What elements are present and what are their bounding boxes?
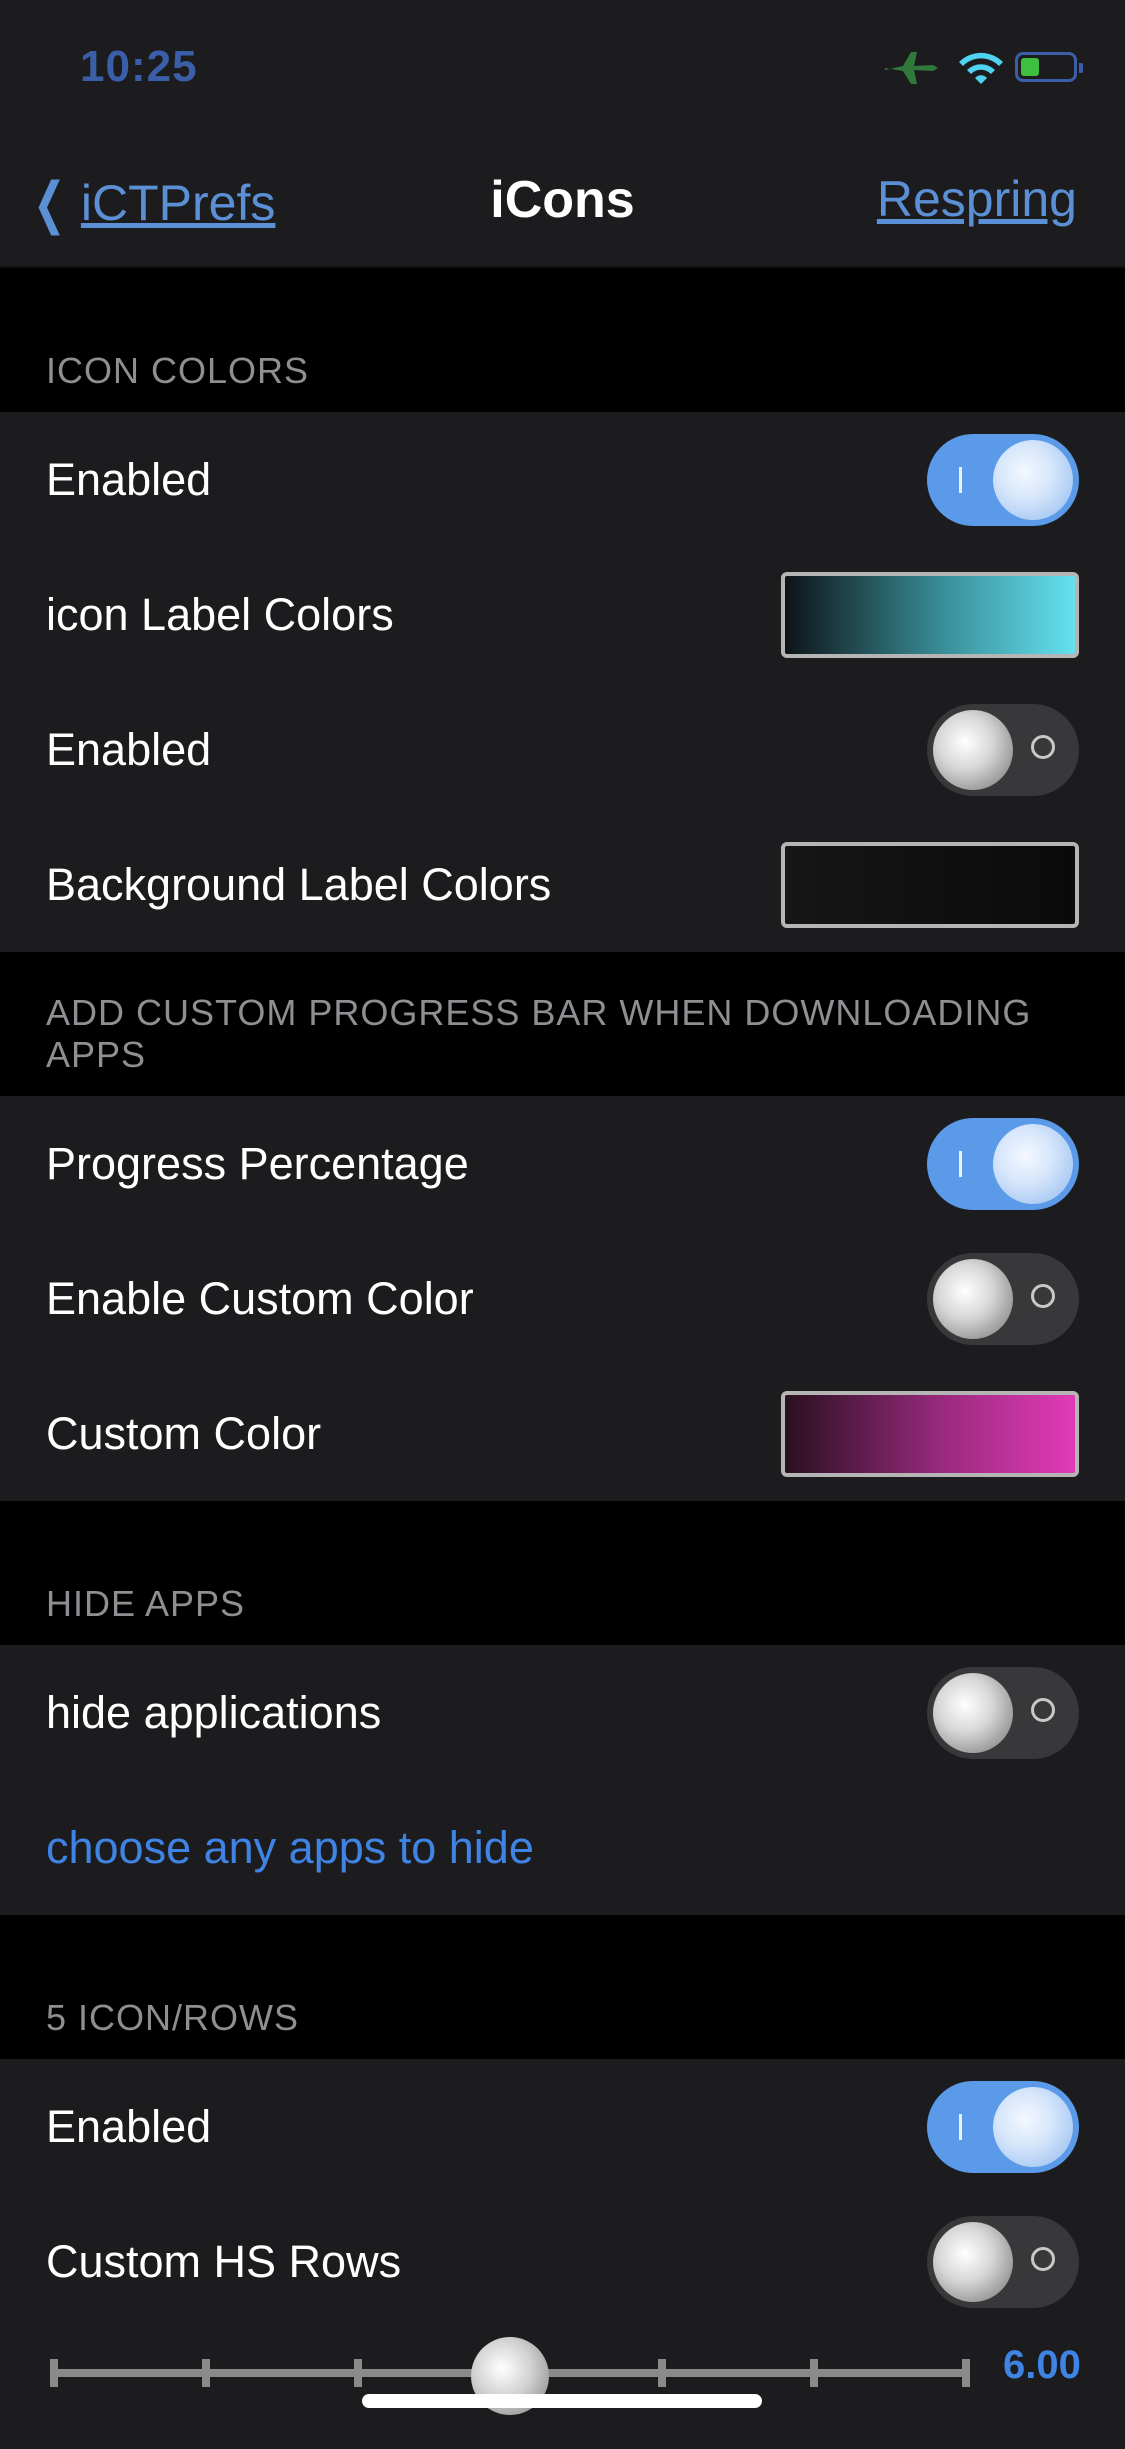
row-icon-rows-enabled: Enabled xyxy=(0,2059,1125,2194)
hide-applications-toggle[interactable] xyxy=(927,1666,1079,1759)
section-header-icon-rows: 5 ICON/ROWS xyxy=(0,1915,1125,2059)
airplane-icon xyxy=(885,52,938,84)
row-label: Enabled xyxy=(46,723,212,775)
background-label-color-swatch[interactable] xyxy=(781,841,1079,928)
wifi-icon xyxy=(959,52,1003,84)
choose-apps-link[interactable]: choose any apps to hide xyxy=(46,1822,534,1874)
settings-list: ICON COLORS Enabled icon Label Colors En… xyxy=(0,268,1125,2449)
icon-label-color-swatch[interactable] xyxy=(781,571,1079,658)
slider-tick xyxy=(354,2359,362,2387)
group-icon-colors: Enabled icon Label Colors Enabled Backgr… xyxy=(0,412,1125,952)
status-bar: 10:25 xyxy=(0,0,1125,140)
status-time: 10:25 xyxy=(80,42,198,91)
custom-hs-rows-toggle[interactable] xyxy=(927,2215,1079,2308)
battery-icon xyxy=(1015,52,1083,82)
home-indicator[interactable] xyxy=(362,2394,762,2408)
row-custom-color: Custom Color xyxy=(0,1366,1125,1501)
navigation-bar: ❮ iCTPrefs iCons Respring xyxy=(0,140,1125,268)
section-header-icon-colors: ICON COLORS xyxy=(0,268,1125,412)
section-header-progress-bar: ADD CUSTOM PROGRESS BAR WHEN DOWNLOADING… xyxy=(0,952,1125,1096)
progress-percentage-toggle[interactable] xyxy=(927,1117,1079,1210)
group-progress-bar: Progress Percentage Enable Custom Color … xyxy=(0,1096,1125,1501)
row-hide-applications: hide applications xyxy=(0,1645,1125,1780)
row-enable-custom-color: Enable Custom Color xyxy=(0,1231,1125,1366)
row-progress-percentage: Progress Percentage xyxy=(0,1096,1125,1231)
slider-tick xyxy=(962,2359,970,2387)
row-background-label-colors: Background Label Colors xyxy=(0,817,1125,952)
slider-tick xyxy=(202,2359,210,2387)
row-background-enabled: Enabled xyxy=(0,682,1125,817)
section-header-hide-apps: HIDE APPS xyxy=(0,1501,1125,1645)
row-label: Enable Custom Color xyxy=(46,1272,474,1324)
row-label: Enabled xyxy=(46,2100,212,2152)
icon-rows-enabled-toggle[interactable] xyxy=(927,2080,1079,2173)
row-label: Background Label Colors xyxy=(46,858,552,910)
row-label: Custom Color xyxy=(46,1407,322,1459)
row-label: Custom HS Rows xyxy=(46,2235,402,2287)
slider-tick xyxy=(658,2359,666,2387)
slider-value: 6.00 xyxy=(1003,2343,1081,2387)
row-label: hide applications xyxy=(46,1686,382,1738)
hs-rows-slider[interactable]: 6.00 xyxy=(0,2329,1125,2449)
row-custom-hs-rows: Custom HS Rows xyxy=(0,2194,1125,2329)
group-hide-apps: hide applications choose any apps to hid… xyxy=(0,1645,1125,1915)
background-enabled-toggle[interactable] xyxy=(927,703,1079,796)
slider-tick xyxy=(810,2359,818,2387)
row-label: Progress Percentage xyxy=(46,1137,469,1189)
respring-button[interactable]: Respring xyxy=(877,170,1077,228)
row-label: Enabled xyxy=(46,453,212,505)
slider-tick xyxy=(50,2359,58,2387)
custom-color-swatch[interactable] xyxy=(781,1390,1079,1477)
enable-custom-color-toggle[interactable] xyxy=(927,1252,1079,1345)
row-icon-label-colors: icon Label Colors xyxy=(0,547,1125,682)
icon-colors-enabled-toggle[interactable] xyxy=(927,433,1079,526)
row-icon-colors-enabled: Enabled xyxy=(0,412,1125,547)
row-label: icon Label Colors xyxy=(46,588,394,640)
group-icon-rows: Enabled Custom HS Rows 6.00 xyxy=(0,2059,1125,2449)
row-choose-apps: choose any apps to hide xyxy=(0,1780,1125,1915)
